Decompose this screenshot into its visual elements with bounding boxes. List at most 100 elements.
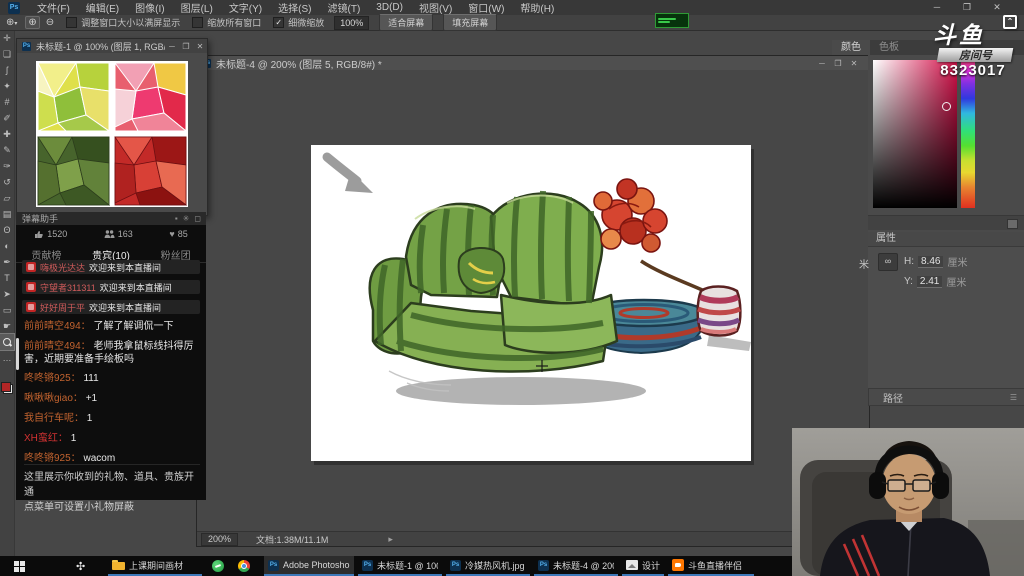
fill-screen-button[interactable]: 填充屏幕 [443, 14, 497, 31]
color-picker-marker[interactable] [942, 102, 951, 111]
eraser-tool[interactable]: ▱ [0, 190, 14, 206]
lock-icon[interactable]: ▪ [175, 214, 178, 223]
zoom-tool-icon[interactable]: ⊕▾ [6, 17, 17, 28]
image-viewer-icon [626, 560, 638, 570]
taskbar-photos[interactable]: 设计 [622, 556, 664, 576]
menu-type[interactable]: 文字(Y) [221, 0, 270, 15]
zoom-tool[interactable] [0, 334, 14, 350]
doc2-maximize-button[interactable]: ❐ [831, 59, 845, 68]
fit-screen-button[interactable]: 适合屏幕 [379, 14, 433, 31]
h-unit: 厘米 [947, 254, 967, 269]
y-unit: 厘米 [946, 274, 966, 289]
toolbar-ellipsis[interactable]: … [0, 350, 14, 366]
taskbar-untitled4[interactable]: Ps 未标题-4 @ 200%... [534, 556, 618, 576]
gradient-tool[interactable]: ▤ [0, 206, 14, 222]
scrubby-zoom-label: 细微缩放 [288, 16, 324, 29]
doc1-artwork-geometric[interactable] [36, 61, 188, 207]
task-view-button[interactable]: ✣ [76, 556, 85, 576]
link-dimensions-icon[interactable]: ∞ [878, 253, 898, 271]
zoom-out-icon[interactable]: ⊖ [46, 17, 54, 28]
menu-filter[interactable]: 滤镜(T) [320, 0, 369, 15]
menu-select[interactable]: 选择(S) [270, 0, 319, 15]
menu-help[interactable]: 帮助(H) [512, 0, 562, 15]
y-value-field[interactable]: 2.41 [917, 276, 942, 288]
menu-window[interactable]: 窗口(W) [460, 0, 512, 15]
taskbar-douyu-companion[interactable]: 斗鱼直播伴侣 [668, 556, 754, 576]
taskbar-untitled1[interactable]: Ps 未标题-1 @ 100%... [358, 556, 442, 576]
crop-tool[interactable]: # [0, 94, 14, 110]
hue-bar[interactable] [961, 60, 975, 208]
color-swatches[interactable] [1, 382, 13, 394]
zoom-in-icon[interactable]: ⊕ [25, 16, 39, 29]
tab-color[interactable]: 颜色 [832, 40, 870, 55]
chat-message: 我自行车呢： 1 [24, 412, 200, 425]
clone-stamp-tool[interactable]: ✑ [0, 158, 14, 174]
doc1-title-bar[interactable]: Ps 未标题-1 @ 100% (图层 1, RGB/8#) * ─ ❐ ✕ [17, 39, 207, 53]
color-panel-footer [868, 215, 1024, 230]
color-ramp-icon[interactable] [1007, 219, 1018, 229]
resize-window-checkbox[interactable] [66, 17, 77, 28]
magic-wand-tool[interactable]: ✦ [0, 78, 14, 94]
lasso-tool[interactable]: ʃ [0, 62, 14, 78]
pen-tool[interactable]: ✒ [0, 254, 14, 270]
chrome-icon [238, 560, 250, 572]
scrubby-zoom-checkbox[interactable]: ✓ [273, 17, 284, 28]
type-tool[interactable]: T [0, 270, 14, 286]
status-zoom-field[interactable]: 200% [201, 533, 238, 546]
taskbar-jpg-doc[interactable]: Ps 冷媒热风机.jpg @ ... [446, 556, 530, 576]
saturation-square[interactable] [873, 60, 957, 208]
room-number: 8323017 [926, 62, 1020, 79]
menu-edit[interactable]: 编辑(E) [78, 0, 127, 15]
likes-stat: 1520 [34, 229, 67, 239]
gear-icon[interactable]: ✳ [183, 214, 190, 223]
menu-file[interactable]: 文件(F) [29, 0, 78, 15]
menu-3d[interactable]: 3D(D) [368, 2, 411, 13]
menu-bar: Ps 文件(F) 编辑(E) 图像(I) 图层(L) 文字(Y) 选择(S) 滤… [0, 0, 1024, 16]
shape-tool[interactable]: ▭ [0, 302, 14, 318]
taskbar-green-app[interactable] [212, 556, 224, 576]
dodge-tool[interactable]: ◐ [0, 238, 14, 254]
menu-image[interactable]: 图像(I) [127, 0, 172, 15]
menu-layer[interactable]: 图层(L) [173, 0, 221, 15]
doc2-close-button[interactable]: ✕ [847, 59, 861, 68]
history-brush-tool[interactable]: ↺ [0, 174, 14, 190]
canvas-area[interactable] [311, 145, 751, 461]
status-menu-arrow-icon[interactable]: ▸ [388, 534, 393, 545]
doc1-close-button[interactable]: ✕ [193, 42, 207, 51]
photoshop-icon: Ps [362, 560, 373, 571]
start-button[interactable] [14, 556, 25, 576]
collapse-icon[interactable]: ◻ [194, 214, 201, 223]
foreground-color[interactable] [1, 382, 11, 392]
close-icon[interactable]: ✕ [988, 2, 1006, 13]
path-select-tool[interactable]: ➤ [0, 286, 14, 302]
panel-menu-icon[interactable]: ☰ [1010, 393, 1017, 402]
green-app-icon [212, 560, 224, 572]
doc2-minimize-button[interactable]: ─ [815, 59, 829, 68]
menu-view[interactable]: 视图(V) [411, 0, 460, 15]
taskbar-photoshop[interactable]: Ps Adobe Photoshop... [264, 556, 354, 576]
eyedropper-tool[interactable]: ✐ [0, 110, 14, 126]
paths-panel-bar[interactable]: 路径 ☰ [868, 388, 1024, 406]
marquee-tool[interactable]: ❏ [0, 46, 14, 62]
properties-panel: 属性 米 ∞ H: 8.46 厘米 Y: 2.41 厘米 [868, 232, 1024, 388]
doc2-title-bar[interactable]: Ps 未标题-4 @ 200% (图层 5, RGB/8#) * ─ ❐ ✕ [197, 56, 869, 70]
healing-tool[interactable]: ✚ [0, 126, 14, 142]
doc1-maximize-button[interactable]: ❐ [179, 42, 193, 51]
zoom-percent-field[interactable]: 100% [334, 16, 369, 30]
restore-icon[interactable]: ❐ [958, 2, 976, 13]
move-tool[interactable]: ✛ [0, 30, 14, 46]
chat-scrollbar[interactable] [16, 338, 19, 370]
hand-tool[interactable]: ☛ [0, 318, 14, 334]
tab-swatches[interactable]: 色板 [870, 40, 908, 55]
doc2-title: 未标题-4 @ 200% (图层 5, RGB/8#) * [216, 56, 815, 71]
doc1-minimize-button[interactable]: ─ [165, 42, 179, 51]
taskbar-chrome[interactable] [238, 556, 250, 576]
zoom-all-windows-checkbox[interactable] [192, 17, 203, 28]
taskbar-folder-item[interactable]: 上课期间画材 [108, 556, 202, 576]
h-value-field[interactable]: 8.46 [918, 256, 943, 268]
properties-header[interactable]: 属性 [868, 232, 1024, 247]
blur-tool[interactable]: ʘ [0, 222, 14, 238]
danmu-header[interactable]: 弹幕助手 ▪ ✳ ◻ [16, 212, 206, 225]
minimize-icon[interactable]: ─ [928, 2, 946, 13]
brush-tool[interactable]: ✎ [0, 142, 14, 158]
